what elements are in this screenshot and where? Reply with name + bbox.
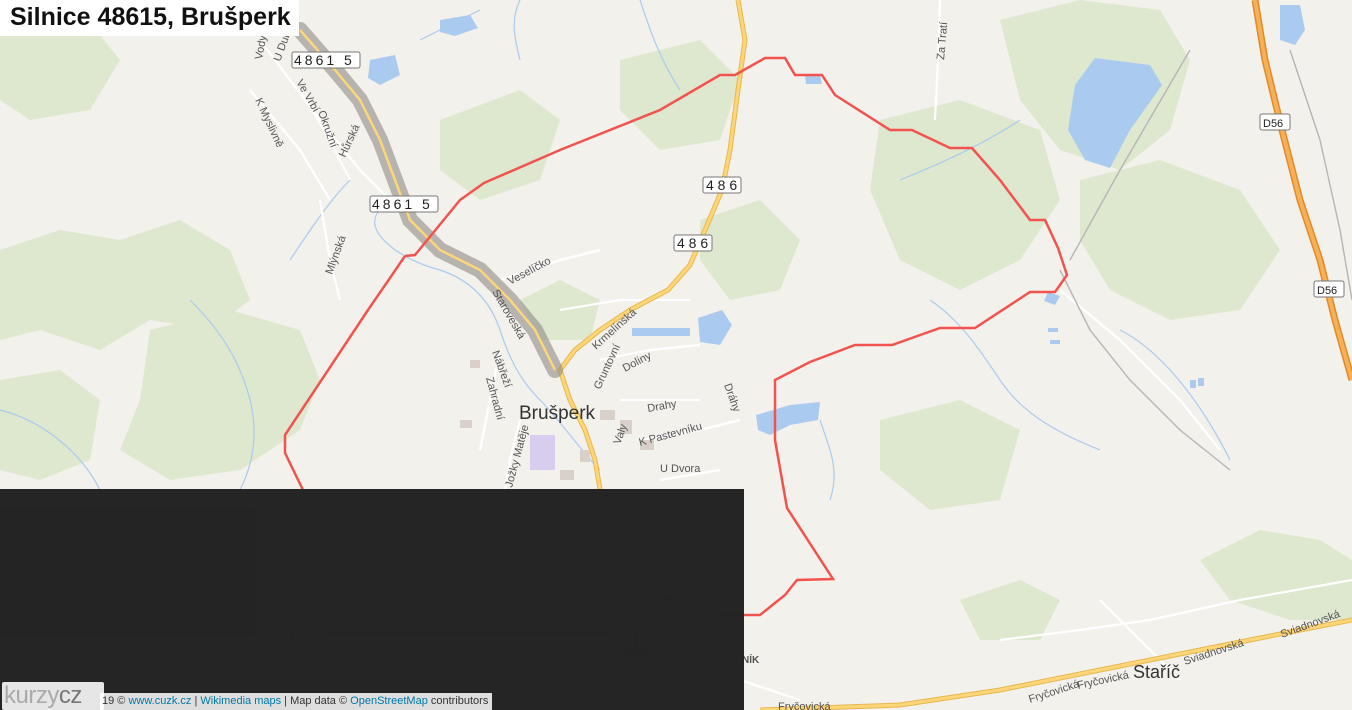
svg-text:4861 5: 4861 5	[372, 196, 433, 212]
town-label-brusperk: Brušperk	[519, 403, 596, 424]
page-title: Silnice 48615, Brušperk	[0, 0, 299, 36]
svg-text:D56: D56	[1317, 285, 1337, 297]
kurzy-logo[interactable]: kurzycz	[2, 682, 104, 710]
cuzk-link[interactable]: www.cuzk.cz	[128, 695, 191, 707]
logo-text-part2: cz	[58, 682, 83, 709]
road-shield-48615-top: 4861 5	[291, 51, 361, 69]
road-shield-48615-mid: 4861 5	[369, 195, 439, 213]
road-shield-d56-upper: D56	[1259, 113, 1291, 131]
attribution-prefix: 19 ©	[102, 695, 129, 707]
road-shield-d56-lower: D56	[1313, 280, 1345, 298]
attribution-sep2: | Map data ©	[281, 695, 351, 707]
svg-text:4 8 6: 4 8 6	[677, 235, 708, 251]
svg-text:4861 5: 4861 5	[294, 52, 355, 68]
attribution-suffix: contributors	[427, 695, 489, 707]
wikimedia-link[interactable]: Wikimedia maps	[200, 695, 281, 707]
logo-text-part1: kurzy	[4, 682, 59, 709]
map-attribution: 19 © www.cuzk.cz | Wikimedia maps | Map …	[100, 693, 493, 710]
svg-text:D56: D56	[1263, 118, 1283, 130]
street-label-frycovicka3: Fryčovická	[778, 701, 831, 710]
dark-overlay-panel	[0, 489, 744, 710]
street-label-u-dvora: U Dvora	[660, 463, 701, 475]
road-shield-486-lower: 4 8 6	[673, 234, 713, 252]
town-label-staric: Staříč	[1133, 662, 1180, 682]
osm-link[interactable]: OpenStreetMap	[350, 695, 428, 707]
road-shield-486-upper: 4 8 6	[702, 176, 742, 194]
street-label-nik: NÍK	[742, 653, 760, 666]
svg-text:4 8 6: 4 8 6	[706, 177, 737, 193]
